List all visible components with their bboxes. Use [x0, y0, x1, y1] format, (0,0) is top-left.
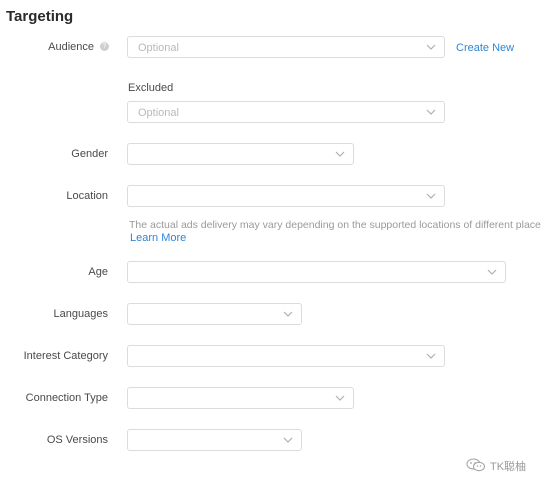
connection-type-select[interactable] — [127, 387, 354, 409]
location-note: The actual ads delivery may vary dependi… — [129, 219, 541, 231]
section-title: Targeting — [6, 8, 74, 25]
audience-label: Audience — [48, 41, 94, 53]
audience-placeholder: Optional — [138, 42, 179, 54]
chevron-down-icon — [426, 109, 436, 115]
watermark-text: TK聪柚 — [490, 461, 527, 473]
wechat-icon — [466, 458, 486, 472]
chevron-down-icon — [426, 44, 436, 50]
location-select[interactable] — [127, 185, 445, 207]
age-label: Age — [88, 266, 108, 278]
chevron-down-icon — [335, 151, 345, 157]
chevron-down-icon — [335, 395, 345, 401]
interest-category-select[interactable] — [127, 345, 445, 367]
learn-more-link[interactable]: Learn More — [130, 232, 186, 244]
os-versions-label: OS Versions — [46, 434, 108, 446]
excluded-label: Excluded — [128, 82, 174, 94]
os-versions-select[interactable] — [127, 429, 302, 451]
create-new-link[interactable]: Create New — [456, 42, 514, 54]
location-label: Location — [66, 190, 108, 202]
chevron-down-icon — [426, 193, 436, 199]
excluded-select[interactable]: Optional — [127, 101, 445, 123]
age-select[interactable] — [127, 261, 506, 283]
interest-category-label: Interest Category — [23, 350, 108, 362]
excluded-placeholder: Optional — [138, 107, 179, 119]
gender-label: Gender — [71, 148, 108, 160]
chevron-down-icon — [283, 437, 293, 443]
connection-type-label: Connection Type — [25, 392, 108, 404]
question-icon[interactable]: ? — [100, 42, 109, 51]
chevron-down-icon — [426, 353, 436, 359]
gender-select[interactable] — [127, 143, 354, 165]
languages-label: Languages — [53, 308, 108, 320]
audience-select[interactable]: Optional — [127, 36, 445, 58]
languages-select[interactable] — [127, 303, 302, 325]
chevron-down-icon — [283, 311, 293, 317]
chevron-down-icon — [487, 269, 497, 275]
